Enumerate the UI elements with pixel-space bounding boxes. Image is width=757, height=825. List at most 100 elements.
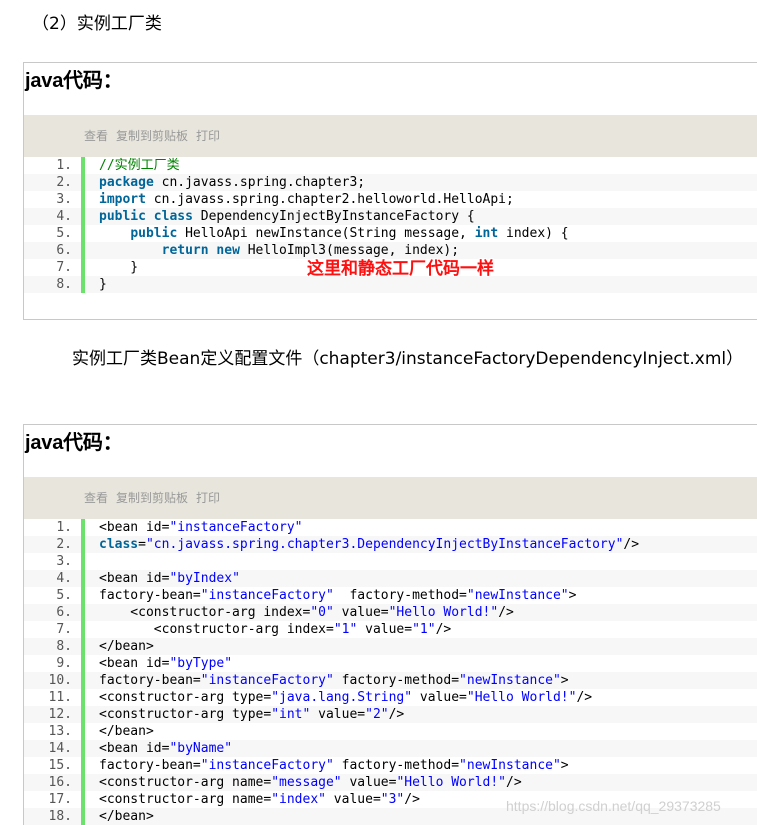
code-line: 10. factory-bean="instanceFactory" factor… bbox=[24, 672, 757, 689]
line-number: 7. bbox=[56, 260, 72, 275]
code-text: factory-bean="instanceFactory" factory-m… bbox=[99, 673, 569, 688]
line-number: 4. bbox=[56, 571, 72, 586]
code-line: 16. <constructor-arg name="message" value… bbox=[24, 774, 757, 791]
gutter-bar bbox=[81, 536, 85, 553]
line-number: 8. bbox=[56, 639, 72, 654]
copy-to-clipboard-link[interactable]: 复制到剪贴板 bbox=[116, 129, 188, 143]
gutter-bar bbox=[81, 276, 85, 293]
code-line: 4. public class DependencyInjectByInstanc… bbox=[24, 208, 757, 225]
code-line: 6. <constructor-arg index="0" value="Hel… bbox=[24, 604, 757, 621]
code-line: 11. <constructor-arg type="java.lang.Stri… bbox=[24, 689, 757, 706]
line-number: 12. bbox=[48, 707, 72, 722]
line-number: 6. bbox=[56, 605, 72, 620]
gutter-bar bbox=[81, 587, 85, 604]
code-text: import cn.javass.spring.chapter2.hellowo… bbox=[99, 192, 514, 207]
code-line: 9. <bean id="byType" bbox=[24, 655, 757, 672]
code-text: factory-bean="instanceFactory" factory-m… bbox=[99, 588, 577, 603]
code-text: <constructor-arg type="int" value="2"/> bbox=[99, 707, 405, 722]
gutter-bar bbox=[81, 174, 85, 191]
gutter-bar bbox=[81, 242, 85, 259]
line-number: 14. bbox=[48, 741, 72, 756]
code-line: 3. bbox=[24, 553, 757, 570]
gutter-bar bbox=[81, 208, 85, 225]
code-text: //实例工厂类 bbox=[99, 158, 180, 173]
code-text: <constructor-arg index="0" value="Hello … bbox=[99, 605, 514, 620]
code-block-title: java代码： bbox=[25, 432, 123, 454]
code-line: 4. <bean id="byIndex" bbox=[24, 570, 757, 587]
code-text: class="cn.javass.spring.chapter3.Depende… bbox=[99, 537, 640, 552]
code-text: <constructor-arg index="1" value="1"/> bbox=[99, 622, 452, 637]
code-block-1: java代码： 查看 复制到剪贴板 打印 1. //实例工厂类 2. package cn… bbox=[23, 62, 757, 320]
copy-to-clipboard-link[interactable]: 复制到剪贴板 bbox=[116, 491, 188, 505]
code-text: public class DependencyInjectByInstanceF… bbox=[99, 209, 475, 224]
code-line: 14. <bean id="byName" bbox=[24, 740, 757, 757]
gutter-bar bbox=[81, 706, 85, 723]
code-text: package cn.javass.spring.chapter3; bbox=[99, 175, 366, 190]
code-text: return new HelloImpl3(message, index); bbox=[161, 243, 460, 258]
annotation-note: 这里和静态工厂代码一样 bbox=[307, 259, 494, 279]
section-title: （2）实例工厂类 bbox=[32, 14, 162, 34]
code-text: public HelloApi newInstance(String messa… bbox=[130, 226, 569, 241]
line-number: 1. bbox=[56, 520, 72, 535]
code-line: 5. factory-bean="instanceFactory" factory… bbox=[24, 587, 757, 604]
line-number: 5. bbox=[56, 588, 72, 603]
line-number: 10. bbox=[48, 673, 72, 688]
code-line: 2. class="cn.javass.spring.chapter3.Depen… bbox=[24, 536, 757, 553]
code-text: <constructor-arg type="java.lang.String"… bbox=[99, 690, 593, 705]
gutter-bar bbox=[81, 808, 85, 825]
line-number: 2. bbox=[56, 537, 72, 552]
line-number: 15. bbox=[48, 758, 72, 773]
line-number: 3. bbox=[56, 192, 72, 207]
code-line: 7. <constructor-arg index="1" value="1"/… bbox=[24, 621, 757, 638]
code-line: 15. factory-bean="instanceFactory" factor… bbox=[24, 757, 757, 774]
gutter-bar bbox=[81, 225, 85, 242]
gutter-bar bbox=[81, 740, 85, 757]
line-number: 17. bbox=[48, 792, 72, 807]
code-line: 8. </bean> bbox=[24, 638, 757, 655]
code-line: 5. public HelloApi newInstance(String me… bbox=[24, 225, 757, 242]
line-number: 13. bbox=[48, 724, 72, 739]
code-text: <bean id="instanceFactory" bbox=[99, 520, 303, 535]
code-toolbar: 查看 复制到剪贴板 打印 bbox=[24, 477, 757, 519]
code-toolbar: 查看 复制到剪贴板 打印 bbox=[24, 115, 757, 157]
line-number: 8. bbox=[56, 277, 72, 292]
code-block-2: java代码： 查看 复制到剪贴板 打印 1. <bean id="instanceF… bbox=[23, 424, 757, 825]
code-line: 13. </bean> bbox=[24, 723, 757, 740]
gutter-bar bbox=[81, 672, 85, 689]
line-number: 6. bbox=[56, 243, 72, 258]
description-text: 实例工厂类Bean定义配置文件（chapter3/instanceFactory… bbox=[72, 349, 744, 369]
line-number: 3. bbox=[56, 554, 72, 569]
line-number: 4. bbox=[56, 209, 72, 224]
code-text: <bean id="byName" bbox=[99, 741, 233, 756]
view-link[interactable]: 查看 bbox=[84, 491, 108, 505]
gutter-bar bbox=[81, 689, 85, 706]
gutter-bar bbox=[81, 638, 85, 655]
code-line: 6. return new HelloImpl3(message, index)… bbox=[24, 242, 757, 259]
code-line: 1. //实例工厂类 bbox=[24, 157, 757, 174]
line-number: 5. bbox=[56, 226, 72, 241]
line-number: 9. bbox=[56, 656, 72, 671]
gutter-bar bbox=[81, 723, 85, 740]
line-number: 16. bbox=[48, 775, 72, 790]
line-number: 18. bbox=[48, 809, 72, 824]
print-link[interactable]: 打印 bbox=[196, 129, 220, 143]
view-link[interactable]: 查看 bbox=[84, 129, 108, 143]
code-block-title: java代码： bbox=[25, 70, 123, 92]
gutter-bar bbox=[81, 519, 85, 536]
code-listing: 1. <bean id="instanceFactory" 2. class="cn.… bbox=[24, 519, 757, 825]
code-text: factory-bean="instanceFactory" factory-m… bbox=[99, 758, 569, 773]
gutter-bar bbox=[81, 774, 85, 791]
line-number: 7. bbox=[56, 622, 72, 637]
line-number: 11. bbox=[48, 690, 72, 705]
gutter-bar bbox=[81, 191, 85, 208]
line-number: 2. bbox=[56, 175, 72, 190]
watermark: https://blog.csdn.net/qq_29373285 bbox=[506, 798, 721, 814]
code-text: <constructor-arg name="message" value="H… bbox=[99, 775, 522, 790]
gutter-bar bbox=[81, 621, 85, 638]
gutter-bar bbox=[81, 757, 85, 774]
gutter-bar bbox=[81, 553, 85, 570]
gutter-bar bbox=[81, 259, 85, 276]
code-line: 3. import cn.javass.spring.chapter2.hello… bbox=[24, 191, 757, 208]
print-link[interactable]: 打印 bbox=[196, 491, 220, 505]
code-line: 1. <bean id="instanceFactory" bbox=[24, 519, 757, 536]
